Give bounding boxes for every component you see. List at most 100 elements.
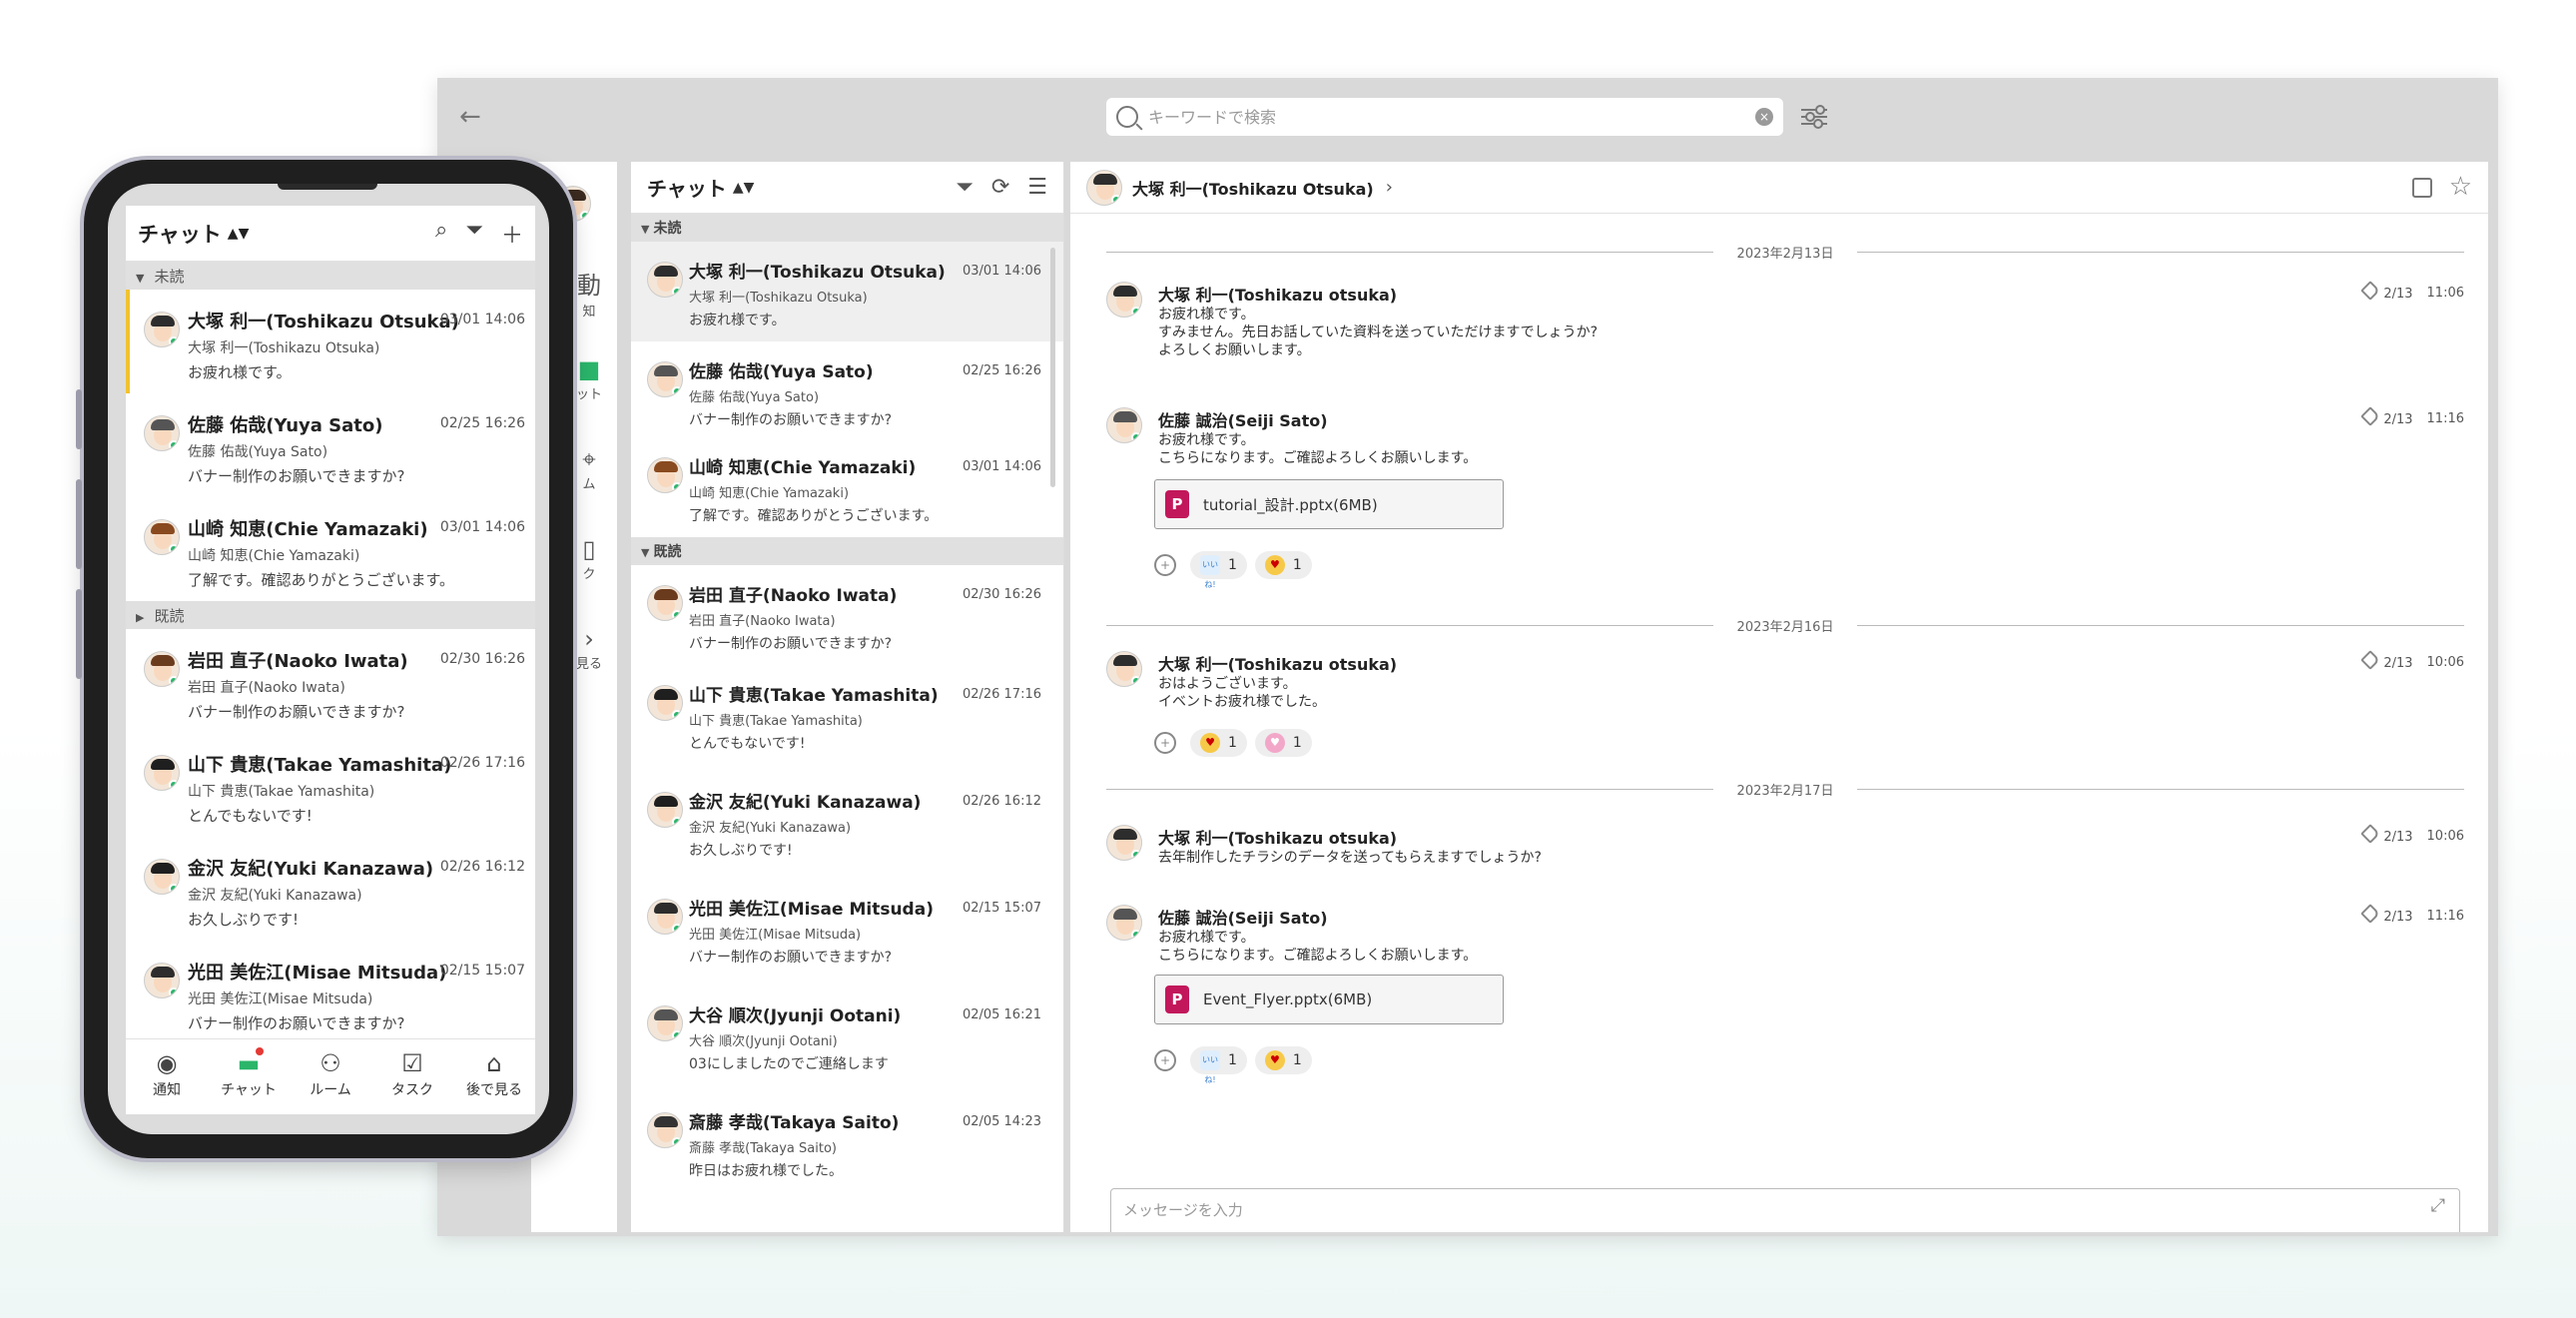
avatar	[647, 899, 683, 935]
date-label: 2023年2月16日	[1736, 619, 1834, 635]
tag-icon[interactable]	[2360, 904, 2381, 924]
search-icon[interactable]: ⌕	[435, 218, 447, 250]
back-arrow-icon[interactable]: ←	[459, 102, 481, 132]
add-reaction-icon[interactable]: +	[1154, 1049, 1176, 1071]
chat-list-item[interactable]: 大谷 順次(Jyunji Ootani) 大谷 順次(Jyunji Ootani…	[631, 986, 1063, 1092]
reactions: + いいね! 1 ♥ 1	[1154, 551, 1312, 589]
message-date: 2/13	[2383, 656, 2413, 671]
filter-icon[interactable]: ⏷	[956, 175, 973, 200]
phone-device: チャット ▲▼ ⌕ ⏷ ＋ ▼ 未読 大塚 利一(Toshikazu Otsuka…	[76, 160, 573, 1158]
tag-icon[interactable]	[2360, 281, 2381, 301]
section-unread[interactable]: ▼ 未読	[126, 262, 535, 290]
message-date: 2/13	[2383, 830, 2413, 845]
chevron-right-icon[interactable]: ›	[1386, 177, 1393, 198]
nav-item-notify[interactable]: ◉ 通知	[126, 1039, 208, 1114]
reaction-pill[interactable]: いいね! 1	[1190, 1046, 1247, 1084]
message: 佐藤 誠治(Seiji Sato) お疲れ様です。 こちらになります。ご確認よろ…	[1106, 904, 2464, 1084]
chat-list-item[interactable]: 大塚 利一(Toshikazu Otsuka) 大塚 利一(Toshikazu …	[126, 290, 535, 393]
window-icon[interactable]	[2412, 178, 2432, 198]
chat-list-item[interactable]: 山崎 知恵(Chie Yamazaki) 山崎 知恵(Chie Yamazaki…	[126, 497, 535, 601]
collapse-triangle-icon: ▼	[641, 546, 650, 559]
reaction-count: 1	[1228, 735, 1237, 751]
chat-list-title[interactable]: チャット	[647, 173, 727, 202]
sort-icon[interactable]: ▲▼	[228, 226, 250, 242]
clear-search-icon[interactable]: ×	[1755, 108, 1773, 126]
search-bar[interactable]: ×	[1106, 98, 1783, 136]
nav-label: 後で見る	[466, 1082, 522, 1098]
sender-name: 佐藤 誠治(Seiji Sato)	[1158, 411, 1328, 430]
timestamp: 02/25 16:26	[439, 415, 525, 431]
chat-list-item[interactable]: 光田 美佐江(Misae Mitsuda) 光田 美佐江(Misae Mitsu…	[126, 941, 535, 1044]
search-filter-icon[interactable]	[1801, 104, 1827, 130]
reaction-count: 1	[1228, 557, 1237, 573]
search-input[interactable]	[1148, 107, 1755, 127]
add-reaction-icon[interactable]: +	[1154, 554, 1176, 576]
nav-item-room[interactable]: ⚇ ルーム	[290, 1039, 371, 1114]
avatar	[144, 312, 180, 347]
nav-label: チャット	[221, 1082, 277, 1098]
message: 佐藤 誠治(Seiji Sato) お疲れ様です。 こちらになります。ご確認よろ…	[1106, 406, 2464, 589]
avatar	[144, 519, 180, 555]
section-read[interactable]: ▼ 既読	[631, 537, 1063, 565]
list-menu-icon[interactable]: ☰	[1027, 175, 1047, 200]
avatar	[647, 1112, 683, 1148]
chat-list-item[interactable]: 光田 美佐江(Misae Mitsuda) 光田 美佐江(Misae Mitsu…	[631, 879, 1063, 986]
message-date: 2/13	[2383, 910, 2413, 925]
file-attachment[interactable]: P Event_Flyer.pptx(6MB)	[1154, 975, 1504, 1024]
contact-subname: 山崎 知恵(Chie Yamazaki)	[188, 548, 360, 564]
chat-list-item[interactable]: 佐藤 佑哉(Yuya Sato) 佐藤 佑哉(Yuya Sato) バナー制作の…	[126, 393, 535, 497]
chat-list-item[interactable]: 山崎 知恵(Chie Yamazaki) 山崎 知恵(Chie Yamazaki…	[631, 437, 1063, 533]
nav-item-chat[interactable]: ▬ チャット	[208, 1039, 290, 1114]
message-time: 11:06	[2426, 285, 2464, 301]
iine-icon: いいね!	[1200, 555, 1220, 589]
file-name: tutorial_設計.pptx(6MB)	[1203, 495, 1378, 514]
love-eyes-icon: ♥	[1200, 733, 1220, 753]
collapse-triangle-icon: ▶	[136, 611, 145, 624]
section-unread[interactable]: ▼ 未読	[631, 214, 1063, 242]
avatar	[1086, 169, 1122, 206]
file-attachment[interactable]: Ptutorial_設計.pptx(6MB)	[1154, 479, 1504, 529]
chat-list-item[interactable]: 山下 貴恵(Takae Yamashita) 山下 貴恵(Takae Yamas…	[126, 733, 535, 837]
chat-list-item[interactable]: 大塚 利一(Toshikazu Otsuka) 大塚 利一(Toshikazu …	[631, 242, 1063, 341]
timestamp: 03/01 14:06	[962, 459, 1041, 474]
nav-item-task[interactable]: ☑ タスク	[371, 1039, 453, 1114]
scrollbar[interactable]	[1050, 248, 1055, 487]
chat-list-item[interactable]: 佐藤 佑哉(Yuya Sato) 佐藤 佑哉(Yuya Sato) バナー制作の…	[631, 341, 1063, 437]
section-read[interactable]: ▶ 既読	[126, 601, 535, 629]
star-icon[interactable]: ☆	[2449, 172, 2472, 202]
expand-icon[interactable]: ⤢	[2431, 1195, 2445, 1216]
reaction-pill[interactable]: いいね! 1	[1190, 551, 1247, 589]
chat-list-item[interactable]: 岩田 直子(Naoko Iwata) 岩田 直子(Naoko Iwata) バナ…	[631, 565, 1063, 665]
chat-list-item[interactable]: 金沢 友紀(Yuki Kanazawa) 金沢 友紀(Yuki Kanazawa…	[126, 837, 535, 941]
chat-list-item[interactable]: 岩田 直子(Naoko Iwata) 岩田 直子(Naoko Iwata) バナ…	[126, 629, 535, 733]
last-message: バナー制作のお願いできますか?	[188, 467, 405, 485]
message-time: 11:16	[2426, 410, 2464, 426]
avatar	[647, 457, 683, 493]
file-name: Event_Flyer.pptx(6MB)	[1203, 990, 1373, 1008]
chat-list-panel: チャット ▲▼ ⏷ ⟳ ☰ ▼ 未読 大塚 利一(Toshikazu Otsuka…	[631, 162, 1064, 1232]
reaction-pill[interactable]: ♥ 1	[1254, 551, 1312, 579]
nav-label: ルーム	[310, 1082, 351, 1098]
tag-icon[interactable]	[2360, 824, 2381, 844]
reaction-pill[interactable]: ♥ 1	[1190, 729, 1247, 757]
message-meta: 2/13 11:16	[2360, 904, 2464, 925]
reaction-pill[interactable]: ♥ 1	[1254, 1046, 1312, 1074]
refresh-icon[interactable]: ⟳	[991, 175, 1009, 200]
filter-icon[interactable]: ⏷	[465, 218, 483, 250]
conversation-title[interactable]: 大塚 利一(Toshikazu Otsuka)	[1132, 176, 1374, 200]
chat-list-item[interactable]: 斎藤 孝哉(Takaya Saito) 斎藤 孝哉(Takaya Saito) …	[631, 1092, 1063, 1199]
add-icon[interactable]: ＋	[501, 218, 523, 250]
message-input[interactable]	[1123, 1197, 2381, 1223]
tag-icon[interactable]	[2360, 650, 2381, 670]
pptx-file-icon: P	[1165, 490, 1189, 518]
chat-list-item[interactable]: 山下 貴恵(Takae Yamashita) 山下 貴恵(Takae Yamas…	[631, 665, 1063, 772]
chat-list-item[interactable]: 金沢 友紀(Yuki Kanazawa) 金沢 友紀(Yuki Kanazawa…	[631, 772, 1063, 879]
date-label: 2023年2月17日	[1736, 783, 1834, 799]
add-reaction-icon[interactable]: +	[1154, 732, 1176, 754]
phone-title[interactable]: チャット	[138, 219, 222, 249]
nav-item-later[interactable]: ⌂ 後で見る	[453, 1039, 535, 1114]
tag-icon[interactable]	[2360, 406, 2381, 426]
sort-icon[interactable]: ▲▼	[733, 180, 755, 196]
date-separator: 2023年2月13日	[1106, 242, 2464, 262]
reaction-pill[interactable]: ♥ 1	[1254, 729, 1312, 757]
